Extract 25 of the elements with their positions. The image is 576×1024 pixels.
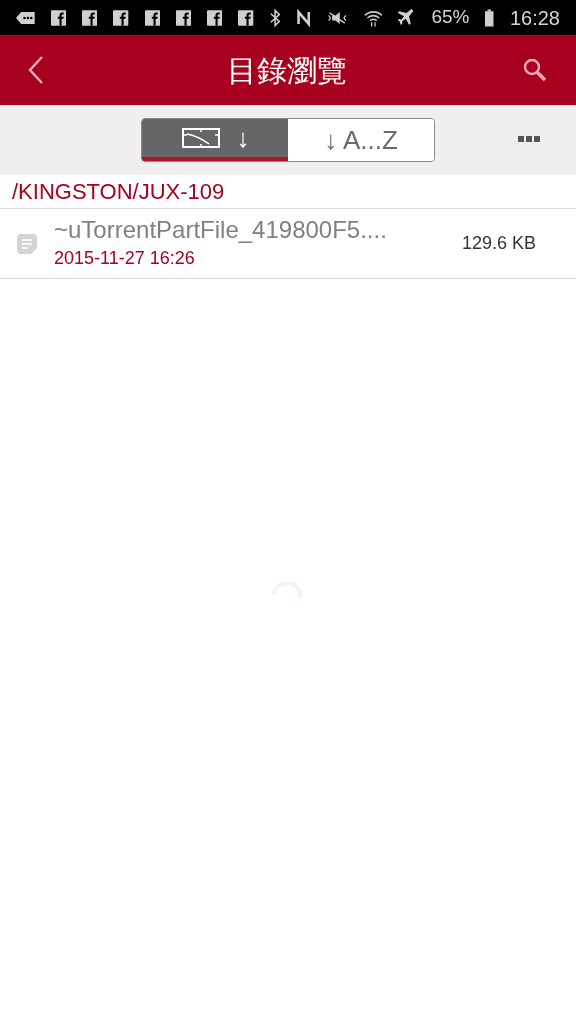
airplane-icon [398,7,416,28]
folder-path: /KINGSTON/JUX-109 [12,178,225,206]
f-logo-icon [113,8,129,27]
clock-frame-icon [180,127,221,149]
f-logo-icon [50,8,66,27]
f-logo-icon [82,8,98,27]
battery-percent: 65% [431,5,470,30]
battery-icon [485,7,494,28]
clock-time: 16:28 [509,5,560,31]
f-logo-icon [207,8,223,27]
file-name: ~uTorrentPartFile_419800F5.... [54,215,388,245]
f-logo-icon [238,8,254,27]
f-logo-icon [175,8,192,27]
file-size: 129.6 KB [461,232,536,255]
document-icon [16,232,38,255]
nfc-icon [296,8,312,27]
sort-tab[interactable]: ↓ [142,119,288,161]
f-logo-icon [144,8,160,27]
bluetooth-icon [269,7,280,28]
search-button[interactable] [522,57,548,83]
sort-tab[interactable]: ↓ A...Z [288,119,434,161]
file-row[interactable]: ~uTorrentPartFile_419800F5.... 2015-11-27 16:26 129.6 KB [0,209,576,279]
page-title: 目錄瀏覽 [227,52,347,89]
file-date: 2015-11-27 16:26 [54,247,196,270]
message-icon [16,10,35,25]
